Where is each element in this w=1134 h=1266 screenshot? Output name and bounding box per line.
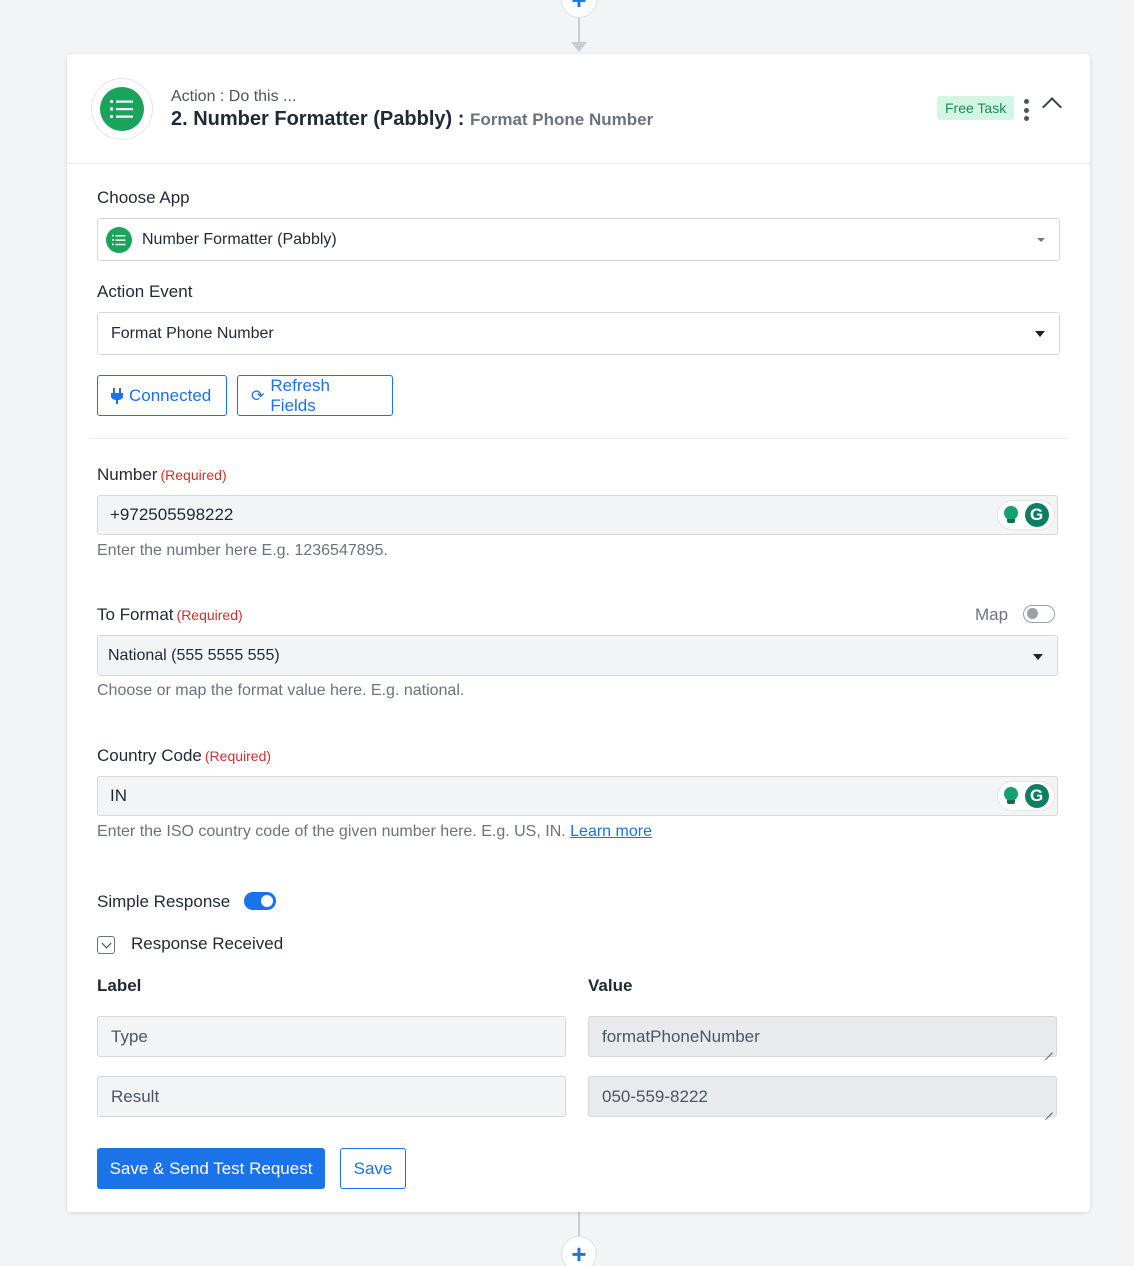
app-logo — [91, 78, 153, 140]
plug-icon — [111, 387, 123, 404]
lightbulb-icon — [1003, 787, 1019, 805]
response-received-chevron-icon[interactable] — [97, 936, 115, 954]
save-button[interactable]: Save — [340, 1148, 406, 1189]
to-format-label: To Format (Required) — [97, 605, 243, 625]
number-label-text: Number — [97, 465, 158, 484]
more-options-icon[interactable] — [1021, 99, 1031, 121]
action-event-label: Action Event — [97, 282, 193, 301]
country-code-input[interactable]: IN G — [97, 776, 1058, 816]
grammarly-icon: G — [1024, 784, 1049, 808]
map-label: Map — [975, 605, 1009, 624]
learn-more-link[interactable]: Learn more — [570, 823, 652, 840]
free-task-badge: Free Task — [937, 96, 1015, 120]
list-icon — [100, 87, 144, 131]
add-step-button-top[interactable]: + — [561, 0, 597, 18]
step-title: 2. Number Formatter (Pabbly) : Format Ph… — [171, 108, 653, 131]
refresh-icon: ⟳ — [251, 387, 265, 405]
section-divider — [89, 438, 1067, 439]
country-code-label-text: Country Code — [97, 746, 202, 765]
step-title-event: Format Phone Number — [469, 110, 654, 129]
value-column-header: Value — [588, 976, 633, 995]
connector-line-top — [578, 18, 580, 44]
card-header[interactable]: Action : Do this ... 2. Number Formatter… — [67, 54, 1090, 164]
simple-response-label: Simple Response — [97, 892, 231, 911]
response-value-field[interactable]: 050-559-8222 — [588, 1076, 1057, 1117]
action-step-card: Action : Do this ... 2. Number Formatter… — [67, 54, 1090, 1212]
plus-icon: + — [571, 0, 587, 15]
connected-button[interactable]: Connected — [97, 375, 227, 416]
response-label-field[interactable]: Type — [97, 1016, 566, 1057]
choose-app-label: Choose App — [97, 188, 190, 207]
collapse-chevron-icon[interactable] — [1042, 97, 1062, 117]
response-value-text: formatPhoneNumber — [602, 1026, 760, 1046]
refresh-fields-button[interactable]: ⟳ Refresh Fields — [237, 375, 393, 416]
add-step-button-bottom[interactable]: + — [561, 1236, 597, 1266]
lightbulb-icon — [1003, 506, 1019, 524]
to-format-hint: Choose or map the format value here. E.g… — [97, 682, 465, 699]
plus-icon: + — [571, 1239, 587, 1266]
to-format-select[interactable]: National (555 5555 555) — [97, 635, 1058, 676]
grammarly-widget[interactable]: G — [997, 500, 1055, 530]
choose-app-value: Number Formatter (Pabbly) — [142, 230, 337, 248]
step-title-app: 2. Number Formatter (Pabbly) : — [171, 108, 465, 130]
arrow-down-icon — [571, 42, 587, 52]
response-value-field[interactable]: formatPhoneNumber — [588, 1016, 1057, 1057]
resize-handle-icon[interactable] — [1045, 1045, 1053, 1053]
action-event-value: Format Phone Number — [111, 324, 274, 342]
grammarly-icon: G — [1024, 503, 1049, 527]
refresh-fields-label: Refresh Fields — [270, 375, 330, 415]
required-marker: (Required) — [160, 467, 227, 483]
country-code-hint: Enter the ISO country code of the given … — [97, 823, 652, 841]
response-value-text: 050-559-8222 — [602, 1086, 708, 1106]
response-label-field[interactable]: Result — [97, 1076, 566, 1117]
choose-app-select[interactable]: Number Formatter (Pabbly) — [97, 218, 1060, 261]
number-input[interactable]: +972505598222 G — [97, 495, 1058, 535]
caret-down-icon — [1035, 331, 1045, 337]
response-received-label: Response Received — [131, 934, 284, 953]
country-code-hint-text: Enter the ISO country code of the given … — [97, 823, 566, 840]
action-event-select[interactable]: Format Phone Number — [97, 312, 1060, 355]
resize-handle-icon[interactable] — [1045, 1105, 1053, 1113]
action-prefix: Action : Do this ... — [171, 88, 297, 105]
map-toggle[interactable] — [1023, 605, 1055, 623]
country-code-label: Country Code (Required) — [97, 746, 271, 766]
number-value: +972505598222 — [110, 505, 234, 524]
to-format-value: National (555 5555 555) — [108, 646, 280, 664]
caret-down-icon — [1037, 238, 1045, 242]
required-marker: (Required) — [204, 748, 272, 764]
list-icon — [106, 226, 132, 253]
grammarly-widget[interactable]: G — [997, 781, 1055, 811]
label-column-header: Label — [97, 976, 142, 995]
number-label: Number (Required) — [97, 465, 227, 485]
country-code-value: IN — [110, 786, 127, 805]
simple-response-toggle[interactable] — [244, 892, 276, 910]
to-format-label-text: To Format — [97, 605, 174, 624]
connected-label: Connected — [129, 385, 212, 405]
save-send-test-button[interactable]: Save & Send Test Request — [97, 1148, 325, 1189]
number-hint: Enter the number here E.g. 1236547895. — [97, 542, 388, 559]
caret-down-icon — [1033, 654, 1043, 660]
required-marker: (Required) — [176, 607, 243, 623]
